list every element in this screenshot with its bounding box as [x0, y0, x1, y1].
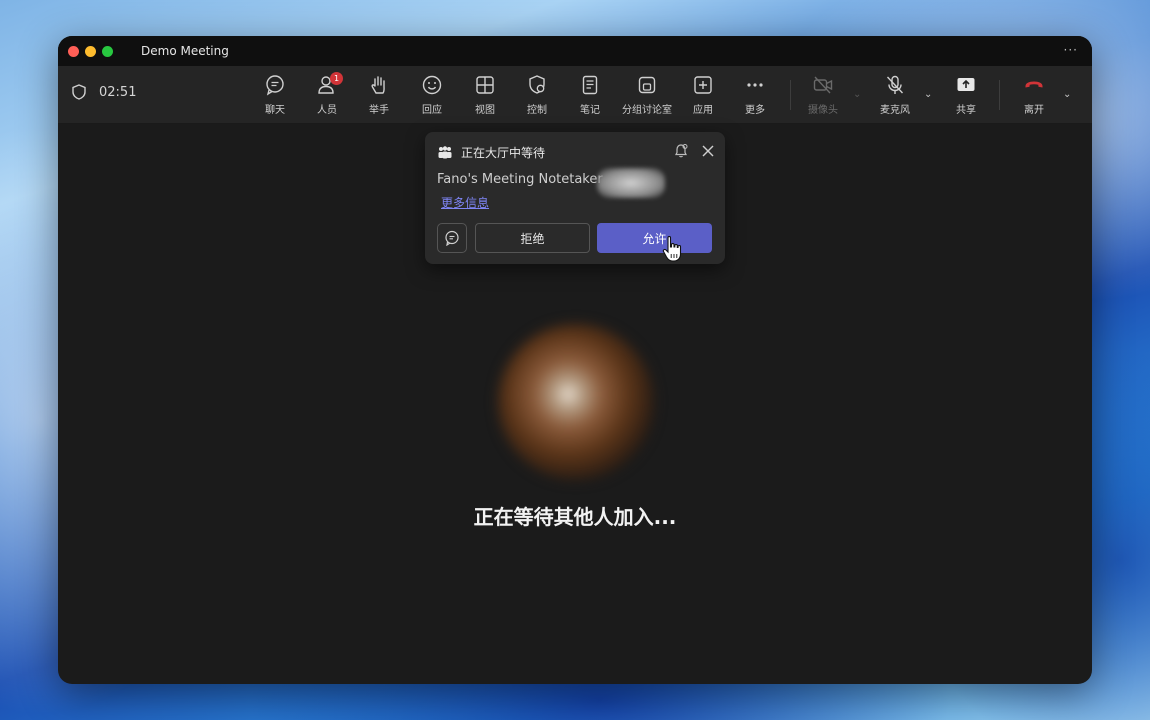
- control-button[interactable]: 控制: [507, 74, 567, 116]
- meeting-window: Demo Meeting ··· 02:51 聊天 1 人员 举手 回应 视图 …: [58, 36, 1092, 684]
- maximize-window-button[interactable]: [102, 45, 113, 57]
- microphone-options-chevron-icon[interactable]: ⌄: [924, 89, 932, 100]
- hand-pointer-cursor-icon: [662, 236, 682, 262]
- notification-settings-icon[interactable]: [673, 143, 689, 159]
- people-count-badge: 1: [330, 72, 343, 85]
- chat-label: 聊天: [265, 105, 285, 116]
- window-controls: [68, 45, 113, 57]
- raise-hand-label: 举手: [369, 105, 389, 116]
- control-icon: [529, 75, 545, 94]
- title-bar: Demo Meeting ···: [58, 36, 1092, 66]
- window-title: Demo Meeting: [141, 44, 229, 58]
- view-icon: [476, 76, 494, 94]
- share-button[interactable]: 共享: [936, 74, 996, 116]
- window-more-button[interactable]: ···: [1064, 43, 1078, 57]
- lobby-chat-button[interactable]: [437, 223, 467, 253]
- lobby-title: 正在大厅中等待: [461, 146, 546, 160]
- notes-label: 笔记: [580, 105, 600, 116]
- more-icon: [747, 83, 763, 87]
- more-button[interactable]: 更多: [725, 74, 785, 116]
- lobby-notification: 正在大厅中等待 Fano's Meeting Notetaker 更多信息 拒绝…: [425, 132, 725, 264]
- microphone-button[interactable]: 麦克风: [865, 74, 925, 116]
- shield-icon: [72, 84, 86, 100]
- toolbar-divider: [999, 80, 1000, 110]
- waiting-message: 正在等待其他人加入...: [473, 505, 677, 529]
- notes-button[interactable]: 笔记: [560, 74, 620, 116]
- breakout-label: 分组讨论室: [622, 105, 672, 116]
- camera-options-chevron-icon[interactable]: ⌄: [853, 89, 861, 100]
- people-group-icon: [438, 145, 452, 158]
- camera-off-icon: [813, 76, 833, 94]
- breakout-rooms-button[interactable]: 分组讨论室: [617, 74, 677, 116]
- react-label: 回应: [422, 105, 442, 116]
- leave-icon: [1025, 81, 1043, 88]
- notes-icon: [582, 75, 598, 95]
- close-window-button[interactable]: [68, 45, 79, 57]
- meeting-toolbar: 02:51 聊天 1 人员 举手 回应 视图 控制 笔记 分组讨论室 应用 更多…: [58, 66, 1092, 124]
- view-label: 视图: [475, 105, 495, 116]
- deny-button[interactable]: 拒绝: [475, 223, 590, 253]
- chat-button[interactable]: 聊天: [245, 74, 305, 116]
- apps-button[interactable]: 应用: [673, 74, 733, 116]
- more-label: 更多: [745, 105, 765, 116]
- leave-options-chevron-icon[interactable]: ⌄: [1063, 89, 1071, 100]
- leave-button[interactable]: 离开: [1004, 74, 1064, 116]
- waiting-participant-name: Fano's Meeting Notetaker: [437, 172, 603, 187]
- apps-label: 应用: [693, 105, 713, 116]
- react-icon: [422, 75, 442, 95]
- breakout-icon: [638, 76, 656, 94]
- minimize-window-button[interactable]: [85, 45, 96, 57]
- chat-icon: [266, 75, 284, 96]
- raise-hand-icon: [371, 76, 385, 94]
- mic-off-icon: [886, 75, 904, 94]
- toolbar-divider: [790, 80, 791, 110]
- blurred-participant-email: [597, 168, 665, 198]
- share-label: 共享: [956, 105, 976, 116]
- avatar: [498, 324, 654, 480]
- microphone-label: 麦克风: [880, 105, 910, 116]
- apps-icon: [694, 76, 712, 94]
- share-icon: [957, 78, 975, 91]
- react-button[interactable]: 回应: [402, 74, 462, 116]
- allow-button[interactable]: 允许: [597, 223, 712, 253]
- chat-icon: [445, 230, 459, 246]
- more-info-link[interactable]: 更多信息: [441, 194, 489, 211]
- control-label: 控制: [527, 105, 547, 116]
- view-button[interactable]: 视图: [455, 74, 515, 116]
- people-label: 人员: [317, 105, 337, 116]
- raise-hand-button[interactable]: 举手: [349, 74, 409, 116]
- camera-label: 摄像头: [808, 105, 838, 116]
- meeting-timer: 02:51: [99, 84, 137, 100]
- leave-label: 离开: [1024, 105, 1044, 116]
- people-button[interactable]: 1 人员: [297, 72, 357, 116]
- camera-button[interactable]: 摄像头: [793, 74, 853, 116]
- close-icon[interactable]: [701, 144, 715, 158]
